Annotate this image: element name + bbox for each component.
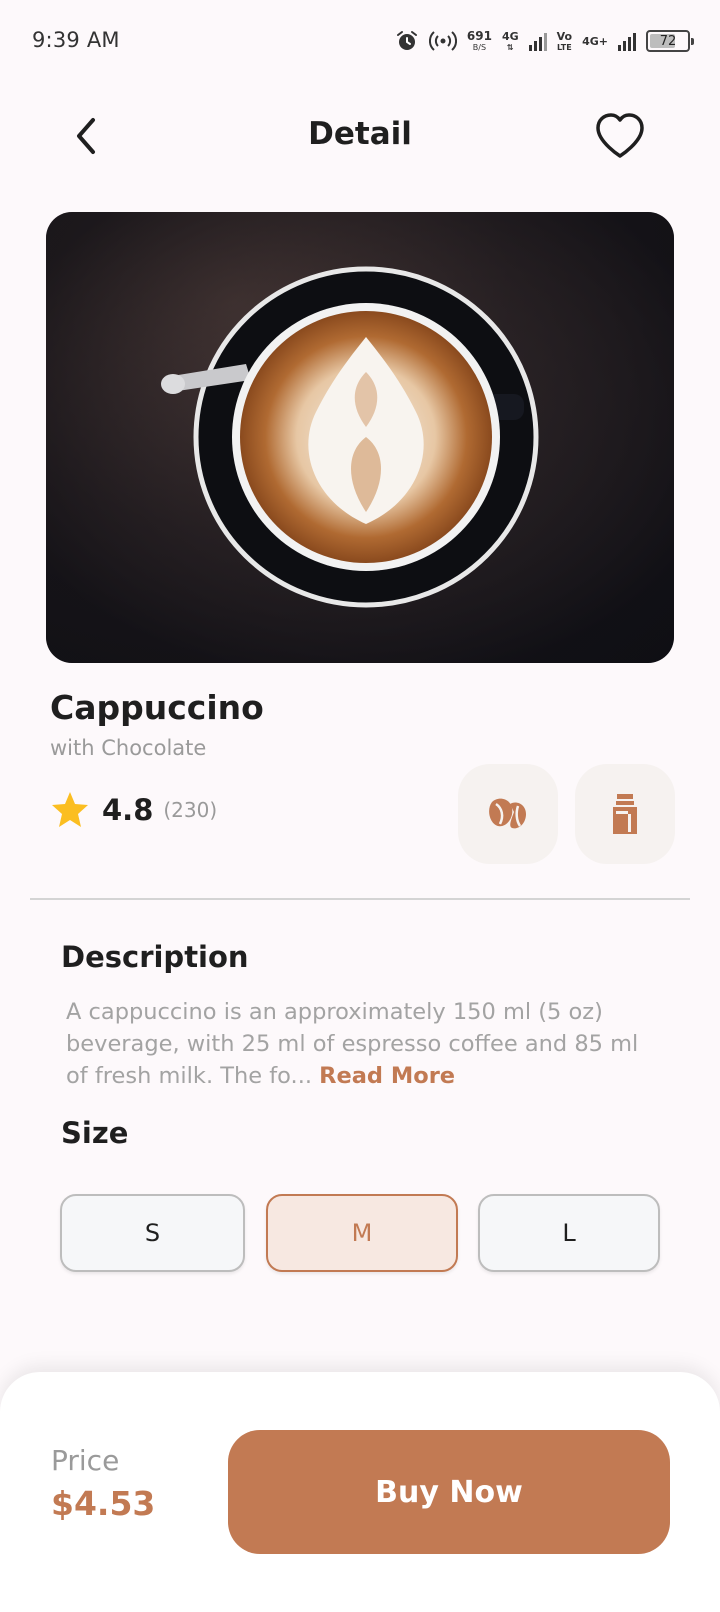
product-subtitle: with Chocolate — [50, 736, 207, 760]
volte-label: Vo LTE — [557, 31, 572, 52]
checkout-bar: Price $4.53 Buy Now — [0, 1372, 720, 1612]
read-more-link[interactable]: Read More — [319, 1063, 455, 1089]
status-time: 9:39 AM — [32, 28, 120, 52]
milk-icon — [613, 794, 637, 834]
signal-bars-icon — [528, 33, 547, 51]
battery-icon: 72 — [646, 30, 694, 52]
volte-top: Vo — [556, 29, 573, 43]
buy-now-button[interactable]: Buy Now — [228, 1430, 670, 1554]
favorite-button[interactable] — [592, 110, 648, 162]
size-option-s[interactable]: S — [60, 1194, 245, 1272]
volte-bottom: LTE — [557, 42, 572, 52]
rating-count: (230) — [163, 798, 218, 822]
size-option-m[interactable]: M — [266, 1194, 458, 1272]
signal-4g-text: 4G — [501, 29, 519, 43]
price-value: $4.53 — [51, 1484, 156, 1523]
hotspot-icon — [428, 31, 457, 51]
size-title: Size — [61, 1116, 129, 1150]
milk-badge — [575, 764, 675, 864]
price-label: Price — [51, 1444, 120, 1477]
size-option-l[interactable]: L — [478, 1194, 660, 1272]
detail-screen: 9:39 AM 691 B/S 4G ⇅ Vo LTE 4G+ 72 Detai… — [0, 0, 720, 1612]
coffee-bean-icon — [489, 798, 526, 829]
heart-icon — [596, 113, 644, 158]
network-speed-unit: B/S — [472, 43, 487, 52]
rating-row: 4.8 (230) — [50, 790, 217, 830]
coffee-bean-badge — [458, 764, 558, 864]
signal-4gplus-label: 4G+ — [582, 36, 608, 47]
network-speed: 691 B/S — [467, 30, 492, 52]
status-icons: 691 B/S 4G ⇅ Vo LTE 4G+ 72 — [395, 24, 694, 58]
signal-4g-label: 4G ⇅ — [501, 29, 519, 52]
description-text: A cappuccino is an approximately 150 ml … — [66, 996, 646, 1092]
app-header: Detail — [0, 96, 720, 176]
rating-value: 4.8 — [102, 793, 154, 827]
product-image — [46, 212, 674, 663]
cappuccino-illustration — [46, 212, 674, 663]
size-options: S M L — [0, 1194, 720, 1274]
product-name: Cappuccino — [50, 688, 264, 727]
description-title: Description — [61, 940, 249, 974]
network-speed-value: 691 — [466, 29, 492, 43]
signal-bars-2-icon — [618, 33, 636, 51]
status-bar: 9:39 AM 691 B/S 4G ⇅ Vo LTE 4G+ 72 — [0, 0, 720, 80]
battery-level: 72 — [659, 33, 677, 49]
signal-4gplus-text: 4G+ — [582, 34, 608, 48]
star-icon — [52, 792, 88, 827]
divider — [30, 898, 690, 900]
alarm-icon — [396, 31, 417, 50]
